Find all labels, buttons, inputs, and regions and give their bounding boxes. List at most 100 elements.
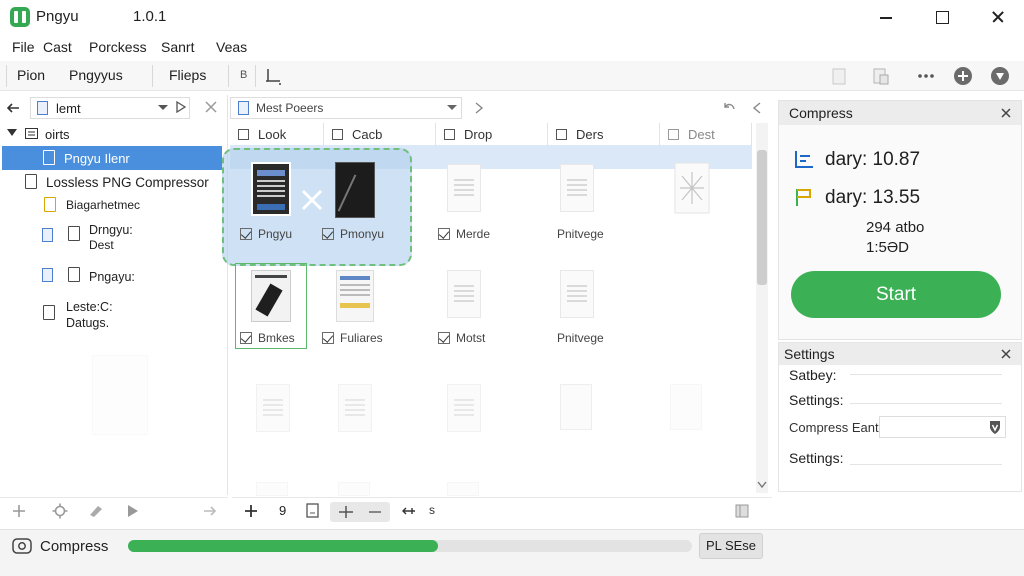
- collapse-arrow-icon[interactable]: [752, 101, 762, 115]
- image-thumbnail[interactable]: [447, 384, 481, 432]
- run-icon[interactable]: [126, 504, 140, 518]
- image-thumbnail[interactable]: [560, 270, 594, 318]
- compress-level-select[interactable]: [879, 416, 1006, 438]
- settings-gear-icon[interactable]: [52, 503, 68, 519]
- dropdown-icon[interactable]: [158, 105, 168, 111]
- image-thumbnail[interactable]: [251, 162, 291, 216]
- column-header-drop[interactable]: Drop: [436, 123, 548, 145]
- column-header-ders[interactable]: Ders: [548, 123, 660, 145]
- tree-item-label[interactable]: oirts: [45, 127, 70, 142]
- image-thumbnail[interactable]: [335, 162, 375, 218]
- settings-row-label: Settings:: [789, 392, 844, 408]
- item-checkbox[interactable]: [322, 228, 334, 240]
- menu-veas[interactable]: Veas: [216, 39, 247, 55]
- status-label: Compress: [40, 538, 109, 555]
- tree-item-label[interactable]: Pngyu Ilenr: [64, 151, 130, 166]
- image-thumbnail[interactable]: [336, 270, 374, 322]
- menu-cast[interactable]: Cast: [43, 39, 72, 55]
- image-thumbnail[interactable]: [560, 164, 594, 212]
- add-icon[interactable]: [244, 504, 258, 518]
- settings-row-label: Satbey:: [789, 367, 837, 383]
- tree-item-sublabel: Dest: [89, 238, 114, 252]
- minimize-button[interactable]: [866, 4, 906, 30]
- toolbar-pion-button[interactable]: Pion: [17, 67, 45, 83]
- toolbar-files-button[interactable]: Flieps: [169, 67, 206, 83]
- toolbar-b-button[interactable]: B: [240, 69, 247, 81]
- image-thumbnail[interactable]: [447, 164, 481, 212]
- broken-image-icon[interactable]: [674, 162, 710, 214]
- file-item-label[interactable]: Bmkes: [240, 331, 295, 345]
- zoom-out-icon[interactable]: [368, 505, 382, 519]
- zoom-in-icon[interactable]: [338, 505, 354, 519]
- image-thumbnail[interactable]: [251, 270, 291, 322]
- image-thumbnail[interactable]: [447, 270, 481, 318]
- play-icon[interactable]: [176, 101, 186, 113]
- tree-item-label[interactable]: Drngyu:: [89, 223, 133, 237]
- close-icon[interactable]: [1001, 349, 1011, 359]
- file-item-label[interactable]: Pngyu: [240, 227, 292, 241]
- crop-icon[interactable]: [264, 67, 284, 87]
- document-icon[interactable]: [306, 503, 319, 518]
- expand-arrow-icon[interactable]: [7, 129, 17, 137]
- remove-icon[interactable]: [300, 188, 324, 212]
- image-thumbnail[interactable]: [338, 384, 372, 432]
- column-checkbox[interactable]: [444, 129, 455, 140]
- clear-icon[interactable]: [205, 101, 217, 113]
- tools-icon[interactable]: [88, 503, 104, 519]
- file-item-label[interactable]: Motst: [438, 331, 485, 345]
- tree-item-label[interactable]: Lossless PNG Compressor: [46, 175, 209, 190]
- image-thumbnail[interactable]: [447, 482, 479, 496]
- file-item-label[interactable]: Pnitvege: [557, 331, 604, 345]
- undo-icon[interactable]: [722, 102, 736, 114]
- scroll-down-icon[interactable]: [757, 481, 767, 489]
- document-icon[interactable]: [829, 66, 849, 86]
- image-thumbnail[interactable]: [670, 384, 702, 430]
- export-icon[interactable]: [870, 66, 890, 86]
- shield-icon[interactable]: [990, 66, 1010, 86]
- tree-item-sublabel: Datugs.: [66, 316, 110, 330]
- menu-file[interactable]: File: [12, 39, 35, 55]
- add-icon[interactable]: [12, 504, 26, 518]
- dropdown-icon[interactable]: [447, 105, 457, 111]
- column-checkbox[interactable]: [332, 129, 343, 140]
- maximize-button[interactable]: [922, 4, 962, 30]
- column-checkbox[interactable]: [238, 129, 249, 140]
- add-circle-icon[interactable]: [953, 66, 973, 86]
- fit-width-icon[interactable]: [402, 506, 416, 516]
- pause-button[interactable]: PL SEse: [699, 533, 763, 559]
- item-checkbox[interactable]: [438, 332, 450, 344]
- panel-toggle-icon[interactable]: [735, 504, 749, 518]
- item-checkbox[interactable]: [438, 228, 450, 240]
- back-arrow-icon[interactable]: [6, 102, 20, 114]
- start-button[interactable]: Start: [791, 271, 1001, 318]
- breadcrumb-arrow-icon[interactable]: [474, 101, 484, 115]
- item-checkbox[interactable]: [240, 228, 252, 240]
- column-checkbox[interactable]: [668, 129, 679, 140]
- forward-icon[interactable]: [203, 505, 217, 517]
- tree-item-label[interactable]: Pngayu:: [89, 270, 135, 284]
- file-item-label[interactable]: Pnitvege: [557, 227, 604, 241]
- column-header-dest[interactable]: Dest: [660, 123, 752, 145]
- file-item-label[interactable]: Pmonyu: [322, 227, 384, 241]
- file-item-label[interactable]: Fuliares: [322, 331, 383, 345]
- image-thumbnail[interactable]: [256, 482, 288, 496]
- more-options-icon[interactable]: [915, 66, 935, 86]
- item-checkbox[interactable]: [240, 332, 252, 344]
- image-thumbnail[interactable]: [338, 482, 370, 496]
- close-icon[interactable]: [1001, 108, 1011, 118]
- item-checkbox[interactable]: [322, 332, 334, 344]
- tree-item-label[interactable]: Leste:C:: [66, 300, 113, 314]
- image-thumbnail[interactable]: [256, 384, 290, 432]
- menu-sanrt[interactable]: Sanrt: [161, 39, 194, 55]
- column-header-cacb[interactable]: Cacb: [324, 123, 436, 145]
- image-thumbnail[interactable]: [560, 384, 592, 430]
- column-header-look[interactable]: Look: [230, 123, 324, 145]
- close-window-button[interactable]: [978, 4, 1018, 30]
- shield-icon[interactable]: [988, 419, 1002, 435]
- column-checkbox[interactable]: [556, 129, 567, 140]
- grid-scrollbar-thumb[interactable]: [757, 150, 767, 285]
- menu-process[interactable]: Porckess: [89, 39, 147, 55]
- file-item-label[interactable]: Merde: [438, 227, 490, 241]
- tree-item-label[interactable]: Biagarhetmec: [66, 198, 140, 212]
- toolbar-pngyyus-button[interactable]: Pngyyus: [69, 67, 123, 83]
